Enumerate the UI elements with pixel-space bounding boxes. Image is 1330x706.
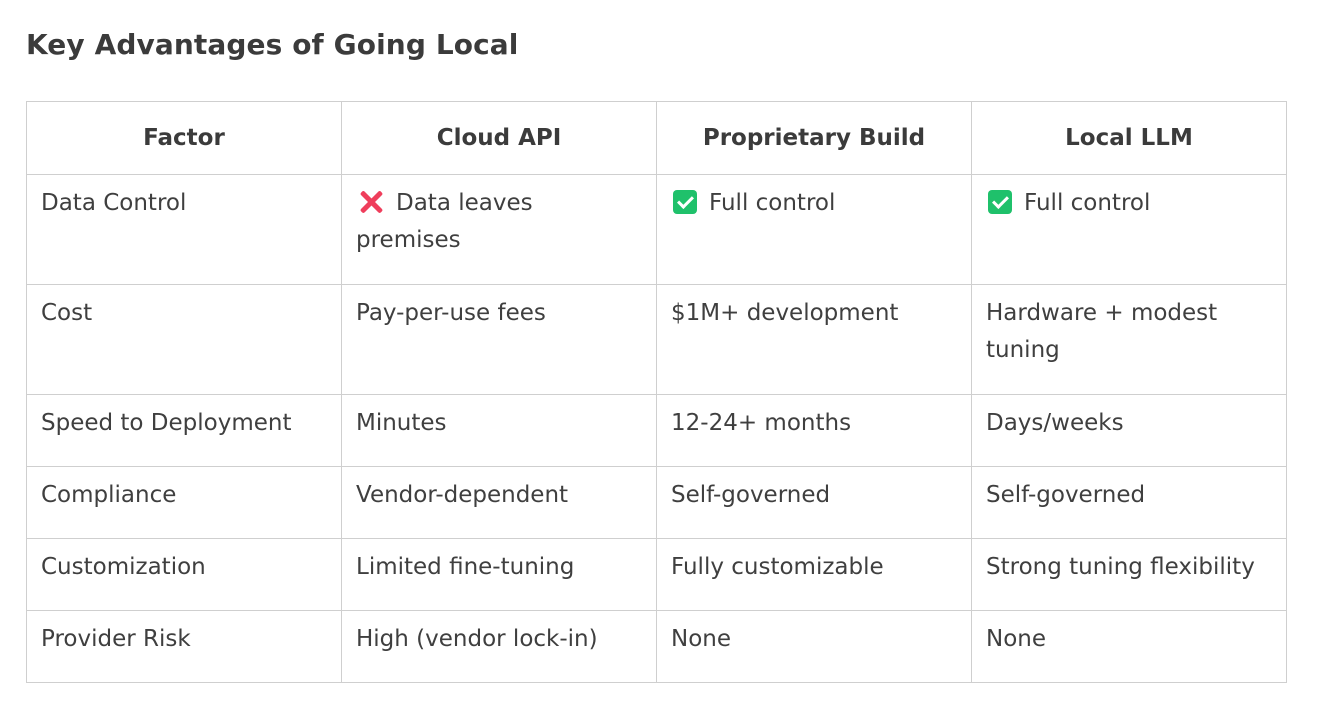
- column-header-proprietary-build: Proprietary Build: [656, 101, 972, 175]
- check-mark-icon: [673, 190, 697, 214]
- cell-text: High (vendor lock-in): [356, 626, 598, 652]
- cell-cloud-api: Data leaves premises: [341, 174, 657, 285]
- cell-content: Full control: [986, 185, 1272, 222]
- table-header-row: Factor Cloud API Proprietary Build Local…: [26, 101, 1287, 175]
- cell-proprietary-build: Fully customizable: [656, 538, 972, 611]
- column-header-factor: Factor: [26, 101, 342, 175]
- cell-text: Days/weeks: [986, 410, 1124, 436]
- cell-text: 12-24+ months: [671, 410, 852, 436]
- cell-local-llm: None: [971, 610, 1287, 683]
- cell-text: Compliance: [41, 482, 177, 508]
- column-header-local-llm: Local LLM: [971, 101, 1287, 175]
- cell-text: Pay-per-use fees: [356, 300, 546, 326]
- cell-content: Data leaves premises: [356, 185, 642, 259]
- cell-text: Self-governed: [986, 482, 1146, 508]
- cell-cloud-api: Vendor-dependent: [341, 466, 657, 539]
- cell-text: Full control: [1024, 190, 1151, 216]
- comparison-table: Factor Cloud API Proprietary Build Local…: [26, 101, 1287, 683]
- cell-factor: Provider Risk: [26, 610, 342, 683]
- cell-cloud-api: Minutes: [341, 394, 657, 467]
- cell-proprietary-build: Full control: [656, 174, 972, 285]
- column-header-cloud-api: Cloud API: [341, 101, 657, 175]
- cell-text: Cost: [41, 300, 93, 326]
- cell-cloud-api: Limited fine-tuning: [341, 538, 657, 611]
- cell-factor: Speed to Deployment: [26, 394, 342, 467]
- table-row: Provider Risk High (vendor lock-in) None…: [26, 610, 1287, 683]
- cell-text: Limited fine-tuning: [356, 554, 575, 580]
- cell-text: Hardware + modest tuning: [986, 300, 1218, 363]
- cell-text: Customization: [41, 554, 206, 580]
- cell-text: Self-governed: [671, 482, 831, 508]
- cell-local-llm: Self-governed: [971, 466, 1287, 539]
- cell-cloud-api: Pay-per-use fees: [341, 284, 657, 395]
- check-mark-icon: [988, 190, 1012, 214]
- cell-text: Full control: [709, 190, 836, 216]
- cell-factor: Customization: [26, 538, 342, 611]
- cell-text: Vendor-dependent: [356, 482, 569, 508]
- cell-content: Full control: [671, 185, 957, 222]
- cell-local-llm: Days/weeks: [971, 394, 1287, 467]
- cell-proprietary-build: Self-governed: [656, 466, 972, 539]
- table-row: Data Control Data leaves premises Full c…: [26, 174, 1287, 285]
- cell-factor: Compliance: [26, 466, 342, 539]
- cell-local-llm: Full control: [971, 174, 1287, 285]
- cell-text: $1M+ development: [671, 300, 899, 326]
- cell-text: Data Control: [41, 190, 187, 216]
- cell-text: None: [986, 626, 1047, 652]
- cross-mark-icon: [358, 188, 384, 214]
- cell-proprietary-build: None: [656, 610, 972, 683]
- table-row: Speed to Deployment Minutes 12-24+ month…: [26, 394, 1287, 467]
- cell-proprietary-build: 12-24+ months: [656, 394, 972, 467]
- cell-factor: Data Control: [26, 174, 342, 285]
- cell-text: None: [671, 626, 732, 652]
- page-heading: Key Advantages of Going Local: [26, 28, 519, 61]
- table-row: Compliance Vendor-dependent Self-governe…: [26, 466, 1287, 539]
- cell-cloud-api: High (vendor lock-in): [341, 610, 657, 683]
- page: Key Advantages of Going Local Factor Clo…: [0, 0, 1330, 706]
- cell-text: Fully customizable: [671, 554, 884, 580]
- cell-text: Minutes: [356, 410, 447, 436]
- cell-text: Strong tuning flexibility: [986, 554, 1255, 580]
- table-row: Cost Pay-per-use fees $1M+ development H…: [26, 284, 1287, 395]
- cell-proprietary-build: $1M+ development: [656, 284, 972, 395]
- cell-local-llm: Hardware + modest tuning: [971, 284, 1287, 395]
- table-row: Customization Limited fine-tuning Fully …: [26, 538, 1287, 611]
- cell-factor: Cost: [26, 284, 342, 395]
- cell-text: Provider Risk: [41, 626, 191, 652]
- cell-text: Speed to Deployment: [41, 410, 292, 436]
- cell-local-llm: Strong tuning flexibility: [971, 538, 1287, 611]
